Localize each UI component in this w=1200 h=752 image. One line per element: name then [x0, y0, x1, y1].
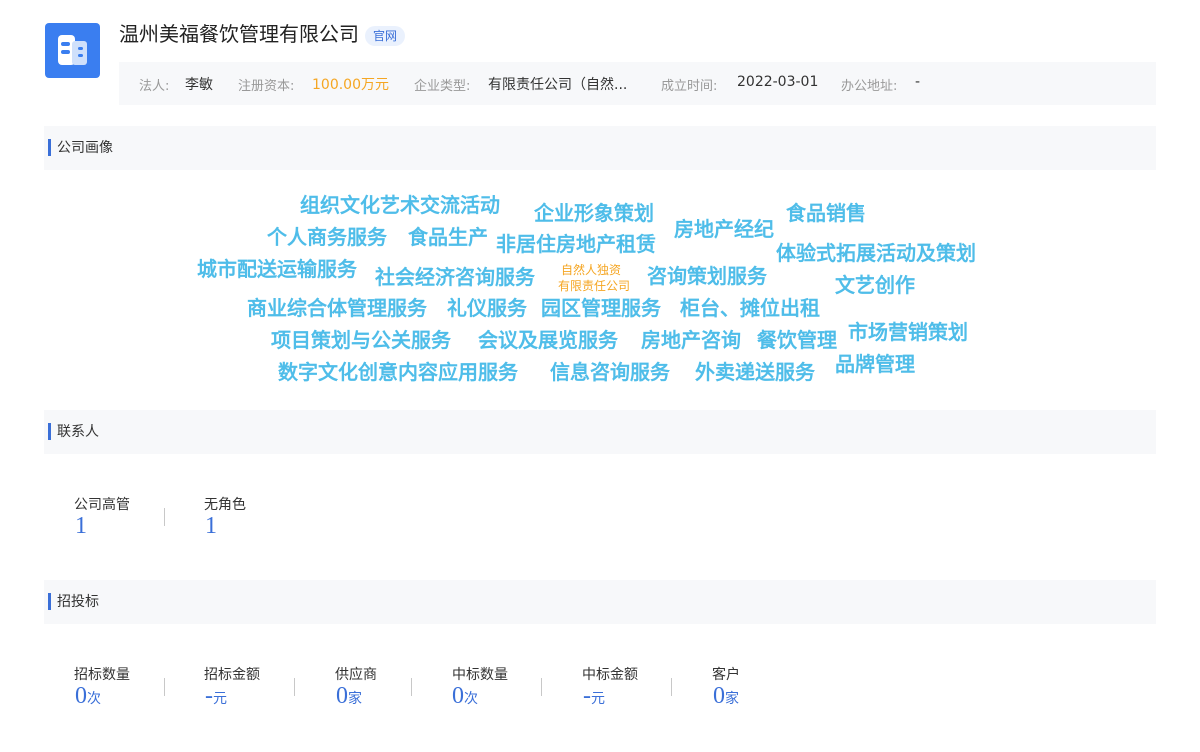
cloud-word: 项目策划与公关服务	[271, 328, 451, 352]
stat-divider	[294, 678, 295, 696]
stat-divider	[541, 678, 542, 696]
cloud-word: 非居住房地产租赁	[496, 232, 656, 256]
stat-divider	[164, 678, 165, 696]
cloud-word: 社会经济咨询服务	[375, 265, 535, 289]
section-accent-bar	[48, 139, 51, 156]
stat-divider	[671, 678, 672, 696]
section-header-bidding: 招投标	[44, 580, 1156, 624]
stat-divider	[164, 508, 165, 526]
cloud-word: 信息咨询服务	[550, 360, 670, 384]
legal-rep-value[interactable]: 李敏	[185, 74, 213, 94]
stat-label-award-amount: 中标金额	[582, 667, 638, 683]
company-logo	[45, 23, 100, 78]
cloud-word: 个人商务服务	[267, 225, 387, 249]
cloud-word: 城市配送运输服务	[197, 257, 357, 281]
section-accent-bar	[48, 593, 51, 610]
stat-label-customers: 客户	[712, 667, 740, 683]
stat-label-tender-amount: 招标金额	[204, 667, 260, 683]
section-title-bidding: 招投标	[57, 594, 99, 610]
cloud-word: 食品生产	[408, 225, 488, 249]
stat-label-no-role: 无角色	[204, 497, 246, 513]
section-accent-bar	[48, 423, 51, 440]
section-title-contacts: 联系人	[57, 424, 99, 440]
section-header-profile: 公司画像	[44, 126, 1156, 170]
cloud-word: 会议及展览服务	[478, 328, 618, 352]
cloud-word: 企业形象策划	[534, 201, 654, 225]
stat-label-award-count: 中标数量	[452, 667, 508, 683]
cloud-word: 房地产咨询	[641, 328, 741, 352]
cloud-word: 自然人独资	[561, 263, 622, 277]
cloud-word: 体验式拓展活动及策划	[776, 241, 976, 265]
capital-label: 注册资本:	[238, 79, 295, 94]
legal-rep-label: 法人:	[139, 79, 170, 94]
cloud-word: 咨询策划服务	[647, 264, 767, 288]
stat-value-award-amount: -元	[583, 683, 605, 709]
building-icon	[58, 35, 87, 65]
cloud-word: 外卖递送服务	[695, 360, 815, 384]
stat-value-award-count: 0次	[452, 683, 478, 709]
cloud-word: 商业综合体管理服务	[247, 296, 427, 320]
cloud-word: 品牌管理	[835, 352, 915, 376]
company-info-bar: 法人: 李敏 注册资本: 100.00万元 企业类型: 有限责任公司（自然...…	[119, 62, 1156, 105]
stat-label-suppliers: 供应商	[335, 667, 377, 683]
cloud-word: 食品销售	[786, 201, 866, 225]
section-title-profile: 公司画像	[57, 140, 113, 156]
official-site-tag[interactable]: 官网	[365, 26, 406, 46]
founded-label: 成立时间:	[661, 79, 718, 94]
cloud-word: 组织文化艺术交流活动	[300, 193, 500, 217]
stat-value-executives[interactable]: 1	[75, 512, 87, 540]
stat-label-executives: 公司高管	[74, 497, 130, 513]
company-type-label: 企业类型:	[414, 79, 471, 94]
stat-value-tender-count: 0次	[75, 683, 101, 709]
cloud-word: 柜台、摊位出租	[680, 296, 820, 320]
company-type-value: 有限责任公司（自然...	[488, 77, 628, 93]
cloud-word: 文艺创作	[835, 273, 915, 297]
company-name: 温州美福餐饮管理有限公司	[119, 22, 359, 46]
stat-value-suppliers: 0家	[336, 683, 362, 709]
stat-value-customers: 0家	[713, 683, 739, 709]
address-label: 办公地址:	[841, 79, 898, 94]
stat-value-tender-amount: -元	[205, 683, 227, 709]
cloud-word: 餐饮管理	[757, 328, 837, 352]
founded-value: 2022-03-01	[737, 74, 819, 90]
section-header-contacts: 联系人	[44, 410, 1156, 454]
stat-divider	[411, 678, 412, 696]
cloud-word: 园区管理服务	[541, 296, 661, 320]
cloud-word: 数字文化创意内容应用服务	[278, 360, 518, 384]
cloud-word: 有限责任公司	[558, 279, 631, 293]
cloud-word: 礼仪服务	[447, 296, 527, 320]
cloud-word: 市场营销策划	[848, 320, 968, 344]
stat-value-no-role[interactable]: 1	[205, 512, 217, 540]
capital-value: 100.00万元	[312, 77, 389, 93]
stat-label-tender-count: 招标数量	[74, 667, 130, 683]
cloud-word: 房地产经纪	[674, 217, 774, 241]
address-value: -	[915, 74, 921, 90]
